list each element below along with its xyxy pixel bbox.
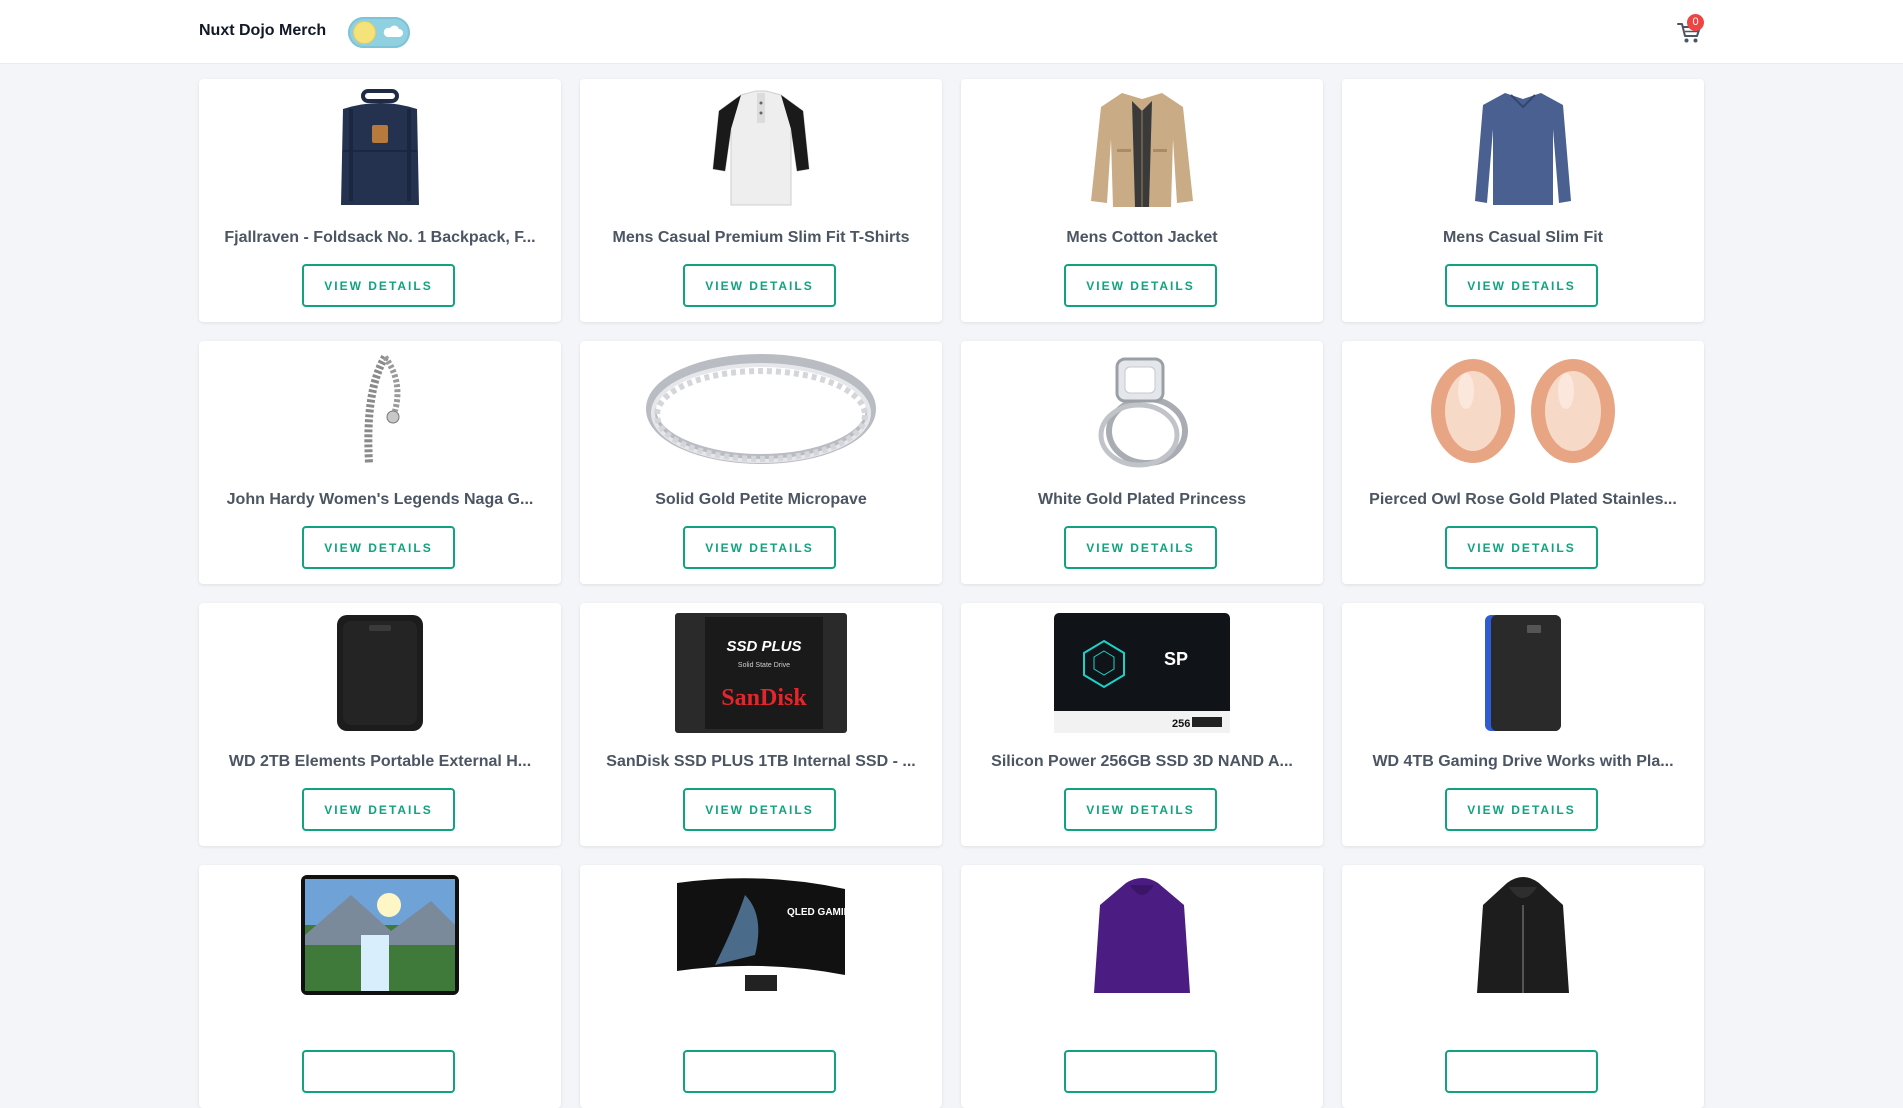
product-image bbox=[199, 613, 561, 733]
product-card bbox=[961, 865, 1323, 1108]
product-card: SSD PLUS Solid State Drive SanDisk SanDi… bbox=[580, 603, 942, 846]
svg-text:SP: SP bbox=[1164, 649, 1188, 669]
product-title: John Hardy Women's Legends Naga G... bbox=[226, 491, 534, 508]
view-details-button[interactable]: VIEW DETAILS bbox=[1445, 788, 1598, 831]
product-card: Fjallraven - Foldsack No. 1 Backpack, F.… bbox=[199, 79, 561, 322]
product-card: Mens Casual Slim Fit VIEW DETAILS bbox=[1342, 79, 1704, 322]
view-details-button[interactable]: VIEW DETAILS bbox=[1064, 526, 1217, 569]
product-card: Mens Casual Premium Slim Fit T-Shirts VI… bbox=[580, 79, 942, 322]
view-details-button[interactable]: VIEW DETAILS bbox=[302, 526, 455, 569]
product-title: SanDisk SSD PLUS 1TB Internal SSD - ... bbox=[606, 753, 916, 770]
product-image bbox=[961, 89, 1323, 209]
product-card: John Hardy Women's Legends Naga G... VIE… bbox=[199, 341, 561, 584]
product-card: WD 4TB Gaming Drive Works with Pla... VI… bbox=[1342, 603, 1704, 846]
view-details-button[interactable]: VIEW DETAILS bbox=[1064, 788, 1217, 831]
view-details-button[interactable]: VIEW DETAILS bbox=[1445, 264, 1598, 307]
svg-text:SSD PLUS: SSD PLUS bbox=[726, 638, 801, 655]
product-title: Mens Casual Premium Slim Fit T-Shirts bbox=[612, 229, 910, 246]
view-details-button[interactable]: VIEW DETAILS bbox=[1064, 264, 1217, 307]
product-title: Mens Casual Slim Fit bbox=[1442, 229, 1604, 246]
sun-icon bbox=[354, 22, 375, 43]
product-title: WD 4TB Gaming Drive Works with Pla... bbox=[1372, 753, 1674, 770]
product-image bbox=[1342, 875, 1704, 995]
product-image bbox=[199, 351, 561, 471]
product-image bbox=[1342, 89, 1704, 209]
product-title: Fjallraven - Foldsack No. 1 Backpack, F.… bbox=[224, 229, 536, 246]
svg-text:SanDisk: SanDisk bbox=[721, 685, 807, 711]
product-card bbox=[199, 865, 561, 1108]
product-image bbox=[1342, 351, 1704, 471]
view-details-button[interactable]: VIEW DETAILS bbox=[683, 788, 836, 831]
product-card: Mens Cotton Jacket VIEW DETAILS bbox=[961, 79, 1323, 322]
view-details-button[interactable] bbox=[1064, 1050, 1217, 1093]
product-image: SP 256 bbox=[961, 613, 1323, 733]
product-card: White Gold Plated Princess VIEW DETAILS bbox=[961, 341, 1323, 584]
view-details-button[interactable]: VIEW DETAILS bbox=[683, 264, 836, 307]
view-details-button[interactable]: VIEW DETAILS bbox=[302, 264, 455, 307]
svg-text:QLED GAMING MONITOR: QLED GAMING MONITOR bbox=[787, 907, 847, 918]
product-card: SP 256 Silicon Power 256GB SSD 3D NAND A… bbox=[961, 603, 1323, 846]
product-image bbox=[961, 351, 1323, 471]
brand-title[interactable]: Nuxt Dojo Merch bbox=[199, 22, 326, 40]
product-card: Pierced Owl Rose Gold Plated Stainles...… bbox=[1342, 341, 1704, 584]
product-image: SSD PLUS Solid State Drive SanDisk bbox=[580, 613, 942, 733]
product-image bbox=[580, 89, 942, 209]
product-image bbox=[580, 351, 942, 471]
theme-toggle[interactable] bbox=[348, 17, 410, 48]
cloud-icon bbox=[383, 25, 403, 37]
top-navbar: Nuxt Dojo Merch 0 bbox=[0, 0, 1903, 64]
view-details-button[interactable] bbox=[683, 1050, 836, 1093]
product-image bbox=[961, 875, 1323, 995]
svg-text:256: 256 bbox=[1172, 718, 1190, 730]
product-title: White Gold Plated Princess bbox=[1037, 491, 1247, 508]
cart-count-badge: 0 bbox=[1687, 14, 1704, 31]
product-image bbox=[1342, 613, 1704, 733]
product-title: Mens Cotton Jacket bbox=[1066, 229, 1218, 246]
svg-text:Solid State Drive: Solid State Drive bbox=[738, 662, 790, 669]
product-title: Silicon Power 256GB SSD 3D NAND A... bbox=[991, 753, 1293, 770]
view-details-button[interactable]: VIEW DETAILS bbox=[1445, 526, 1598, 569]
product-card: WD 2TB Elements Portable External H... V… bbox=[199, 603, 561, 846]
view-details-button[interactable]: VIEW DETAILS bbox=[302, 788, 455, 831]
view-details-button[interactable] bbox=[1445, 1050, 1598, 1093]
product-card bbox=[1342, 865, 1704, 1108]
product-title: Pierced Owl Rose Gold Plated Stainles... bbox=[1369, 491, 1677, 508]
product-card: QLED GAMING MONITOR bbox=[580, 865, 942, 1108]
product-image: QLED GAMING MONITOR bbox=[580, 875, 942, 995]
product-card: Solid Gold Petite Micropave VIEW DETAILS bbox=[580, 341, 942, 584]
product-image bbox=[199, 875, 561, 995]
product-title: WD 2TB Elements Portable External H... bbox=[228, 753, 532, 770]
product-image bbox=[199, 89, 561, 209]
view-details-button[interactable] bbox=[302, 1050, 455, 1093]
view-details-button[interactable]: VIEW DETAILS bbox=[683, 526, 836, 569]
product-title: Solid Gold Petite Micropave bbox=[655, 491, 867, 508]
